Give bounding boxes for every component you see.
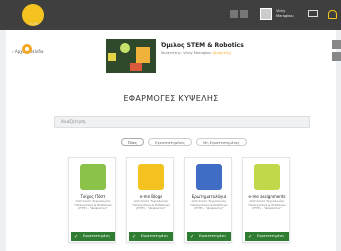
- avatar[interactable]: [260, 8, 272, 20]
- filter-installed[interactable]: Εγκατεστημένες: [148, 138, 193, 146]
- group-owner: Ιδιοκτήτης: Vicky Maragkou (Διαχ/τής): [161, 51, 231, 55]
- header-square-button[interactable]: [240, 10, 248, 18]
- top-header: e-Me Vicky Maragkou: [0, 0, 341, 30]
- app-desc: Ινστιτούτο Τεχνολογίας Υπολογιστών & Εκδ…: [190, 199, 228, 211]
- side-action-button[interactable]: [332, 40, 341, 49]
- owner-name: Vicky Maragkou: [183, 51, 212, 55]
- app-desc: Ινστιτούτο Τεχνολογίας Υπολογιστών & Εκδ…: [74, 199, 112, 211]
- app-frame: e-Me Vicky Maragkou ‹ Αρχική σελίδα Όμιλ…: [0, 0, 341, 251]
- posts-icon: [80, 164, 106, 190]
- bell-icon[interactable]: [328, 10, 337, 19]
- app-card[interactable]: e-me Blogs Ινστιτούτο Τεχνολογίας Υπολογ…: [126, 157, 174, 243]
- user-name[interactable]: Vicky Maragkou: [276, 9, 304, 18]
- installed-button[interactable]: ✓ Εγκατεστημένη: [187, 232, 231, 241]
- filter-group: Όλες Εγκατεστημένες Μη Εγκατεστημένες: [121, 138, 247, 147]
- polls-chart-icon: [196, 164, 222, 190]
- blogs-icon: [138, 164, 164, 190]
- check-icon: ✓: [190, 233, 195, 240]
- owner-prefix: Ιδιοκτήτης:: [161, 51, 184, 55]
- installed-button[interactable]: ✓ Εγκατεστημένη: [71, 232, 115, 241]
- app-desc: Ινστιτούτο Τεχνολογίας Υπολογιστών & Εκδ…: [132, 199, 170, 211]
- app-card[interactable]: Ερωτηματολόγια Ινστιτούτο Τεχνολογίας Υπ…: [184, 157, 232, 243]
- main-content: ‹ Αρχική σελίδα Όμιλος STEM & Robotics Ι…: [6, 30, 336, 251]
- filter-all[interactable]: Όλες: [121, 138, 145, 146]
- logo-text: e-Me: [30, 22, 39, 26]
- owner-tag: (Διαχ/τής): [212, 51, 232, 55]
- edit-icon[interactable]: [332, 52, 341, 61]
- app-cards: Τοίχος Πόστ Ινστιτούτο Τεχνολογίας Υπολο…: [68, 157, 290, 243]
- check-icon: ✓: [132, 233, 137, 240]
- filter-not-installed[interactable]: Μη Εγκατεστημένες: [196, 138, 247, 146]
- check-icon: ✓: [74, 233, 79, 240]
- search-input[interactable]: Αναζήτηση: [54, 116, 310, 128]
- settings-icon[interactable]: [22, 44, 32, 54]
- installed-button[interactable]: ✓ Εγκατεστημένη: [245, 232, 289, 241]
- app-card[interactable]: e-me assignments Ινστιτούτο Τεχνολογίας …: [242, 157, 290, 243]
- header-square-button[interactable]: [230, 10, 238, 18]
- group-image: [106, 39, 156, 73]
- assignments-icon: [254, 164, 280, 190]
- installed-button[interactable]: ✓ Εγκατεστημένη: [129, 232, 173, 241]
- app-card[interactable]: Τοίχος Πόστ Ινστιτούτο Τεχνολογίας Υπολο…: [68, 157, 116, 243]
- page-title: ΕΦΑΡΜΟΓΕΣ ΚΥΨΕΛΗΣ: [123, 94, 219, 103]
- app-desc: Ινστιτούτο Τεχνολογίας Υπολογιστών & Εκδ…: [248, 199, 286, 211]
- mail-icon[interactable]: [308, 10, 318, 17]
- check-icon: ✓: [248, 233, 253, 240]
- group-title: Όμιλος STEM & Robotics: [161, 42, 244, 49]
